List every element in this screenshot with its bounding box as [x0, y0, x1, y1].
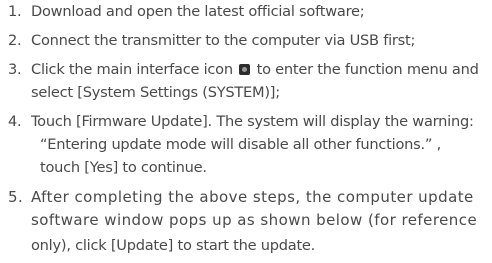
step-text: software window pops up as shown below (… [31, 211, 478, 229]
step-3: 3. Click the main interface icon to enter… [0, 59, 479, 81]
step-text: to enter the function menu and [256, 61, 479, 78]
step-text: Download and open the latest official so… [31, 3, 365, 20]
step-text: After completing the above steps, the co… [31, 188, 474, 206]
step-text: Touch [Firmware Update]. The system will… [31, 113, 474, 130]
step-2: 2. Connect the transmitter to the compute… [0, 30, 415, 52]
step-5-continuation: only), click [Update] to start the updat… [31, 235, 315, 257]
step-4: 4. Touch [Firmware Update]. The system wi… [0, 111, 474, 133]
step-number: 1. [8, 3, 22, 20]
step-5: 5. After completing the above steps, the … [0, 186, 474, 208]
step-5-continuation: software window pops up as shown below (… [31, 209, 477, 231]
step-number: 3. [8, 61, 22, 78]
step-number: 4. [8, 113, 22, 130]
step-number: 2. [8, 32, 22, 49]
step-text: only), click [Update] to start the updat… [31, 237, 316, 254]
step-3-continuation: select [System Settings (SYSTEM)]; [31, 82, 280, 104]
step-number: 5. [8, 188, 24, 206]
instruction-list: 1. Download and open the latest official … [0, 0, 492, 263]
step-text: touch [Yes] to continue. [40, 159, 207, 176]
step-text: Click the main interface icon [31, 61, 233, 78]
settings-icon [239, 64, 251, 75]
step-4-continuation: touch [Yes] to continue. [40, 157, 207, 179]
step-text: Connect the transmitter to the computer … [31, 32, 416, 49]
step-1: 1. Download and open the latest official … [0, 1, 365, 23]
step-4-continuation: “Entering update mode will disable all o… [40, 134, 441, 156]
step-text: “Entering update mode will disable all o… [40, 136, 441, 153]
step-text: select [System Settings (SYSTEM)]; [31, 84, 280, 101]
